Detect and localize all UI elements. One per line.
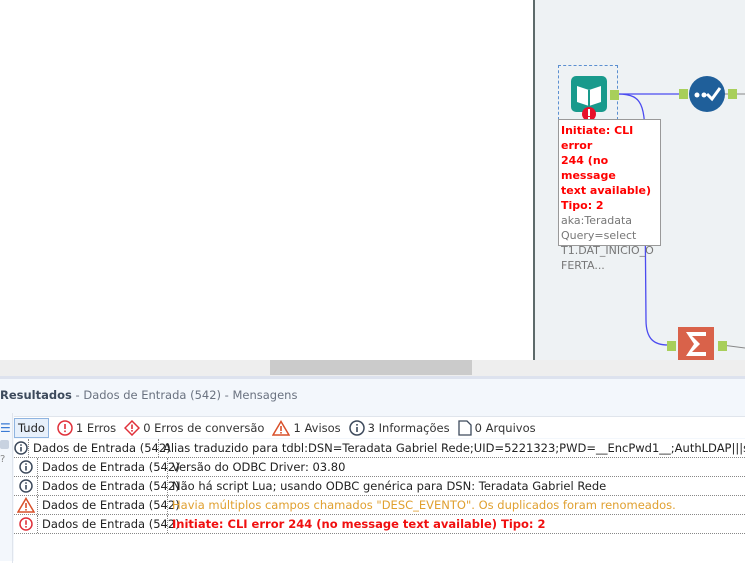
input-anchor[interactable] — [679, 89, 688, 99]
messages-table: Dados de Entrada (542) Alias traduzido pa… — [14, 439, 745, 562]
message-source: Dados de Entrada (542) — [38, 496, 180, 514]
message-row[interactable]: Dados de Entrada (542) Havia múltiplos ca… — [14, 496, 745, 515]
scrollbar-thumb[interactable] — [270, 360, 472, 375]
info-icon — [14, 477, 38, 495]
filter-info[interactable]: 3 Informações — [348, 419, 450, 436]
filter-errors[interactable]: 1 Erros — [57, 419, 117, 436]
tooltip-error-line: 244 (no message — [561, 154, 616, 182]
list-icon[interactable]: ☰ — [0, 421, 12, 435]
message-filters: Tudo 1 Erros 0 Erros de conversão 1 Avis… — [14, 416, 745, 438]
help-icon[interactable]: ? — [0, 454, 12, 465]
message-source: Dados de Entrada (542) — [38, 515, 180, 533]
info-icon — [348, 419, 365, 436]
filter-conversion-label: 0 Erros de conversão — [143, 420, 265, 435]
input-data-tool[interactable] — [558, 65, 619, 121]
message-row[interactable]: Dados de Entrada (542) Versão do ODBC Dri… — [14, 458, 745, 477]
select-tool-icon[interactable] — [688, 75, 728, 115]
results-subtitle: - Dados de Entrada (542) - Mensagens — [71, 388, 298, 402]
message-source: Dados de Entrada (542) — [38, 477, 180, 495]
output-anchor[interactable] — [610, 90, 619, 100]
tooltip-detail-line: T1.DAT_INICIO_O — [561, 244, 654, 257]
message-row[interactable]: Dados de Entrada (542) Não há script Lua;… — [14, 477, 745, 496]
message-source: Dados de Entrada (542) — [38, 458, 180, 476]
empty-row-area — [14, 534, 745, 562]
output-anchor[interactable] — [728, 89, 737, 99]
warning-icon — [14, 496, 38, 514]
filter-all[interactable]: Tudo — [14, 417, 49, 438]
filter-conversion-errors[interactable]: 0 Erros de conversão — [124, 419, 265, 436]
conversion-error-icon — [124, 419, 141, 436]
message-row[interactable]: Dados de Entrada (542) Alias traduzido pa… — [14, 439, 745, 458]
message-row[interactable]: Dados de Entrada (542) Initiate: CLI erro… — [14, 515, 745, 534]
warning-icon — [272, 419, 291, 436]
tooltip-error-line: Tipo: 2 — [561, 199, 604, 212]
results-panel: Resultados - Dados de Entrada (542) - Me… — [0, 376, 745, 563]
filter-warnings[interactable]: 1 Avisos — [272, 419, 341, 436]
message-text: Não há script Lua; usando ODBC genérica … — [172, 479, 607, 493]
message-text: Initiate: CLI error 244 (no message text… — [172, 517, 546, 531]
info-icon — [14, 458, 38, 476]
filter-files-label: 0 Arquivos — [474, 420, 536, 435]
message-text: Havia múltiplos campos chamados "DESC_EV… — [172, 498, 676, 512]
tooltip-error-line: text available) — [561, 184, 652, 197]
summarize-tool-icon[interactable] — [678, 327, 714, 360]
filter-errors-label: 1 Erros — [75, 420, 117, 435]
input-anchor[interactable] — [667, 341, 676, 351]
message-text: Versão do ODBC Driver: 03.80 — [172, 460, 346, 474]
tooltip-detail-line: Query=select — [561, 229, 637, 242]
message-source: Dados de Entrada (542) — [29, 439, 171, 457]
output-anchor[interactable] — [718, 341, 727, 351]
tooltip-detail-line: FERTA... — [561, 259, 605, 272]
results-side-toolbar: ☰ ? — [0, 413, 13, 563]
horizontal-scrollbar[interactable] — [0, 360, 745, 376]
results-title: Resultados - Dados de Entrada (542) - Me… — [0, 388, 297, 402]
error-tooltip: Initiate: CLI error 244 (no message text… — [558, 119, 661, 272]
filter-info-label: 3 Informações — [367, 420, 450, 435]
filter-warnings-label: 1 Avisos — [293, 420, 341, 435]
error-icon — [14, 515, 38, 533]
results-label: Resultados — [0, 388, 72, 402]
error-icon — [57, 419, 73, 436]
tooltip-detail-line: aka:Teradata — [561, 214, 633, 227]
message-text: Alias traduzido para tdbl:DSN=Teradata G… — [163, 441, 745, 455]
info-icon — [14, 439, 29, 457]
file-icon — [457, 419, 472, 436]
tooltip-error-line: Initiate: CLI error — [561, 124, 634, 152]
filter-files[interactable]: 0 Arquivos — [457, 419, 536, 436]
tag-icon[interactable] — [0, 440, 9, 449]
